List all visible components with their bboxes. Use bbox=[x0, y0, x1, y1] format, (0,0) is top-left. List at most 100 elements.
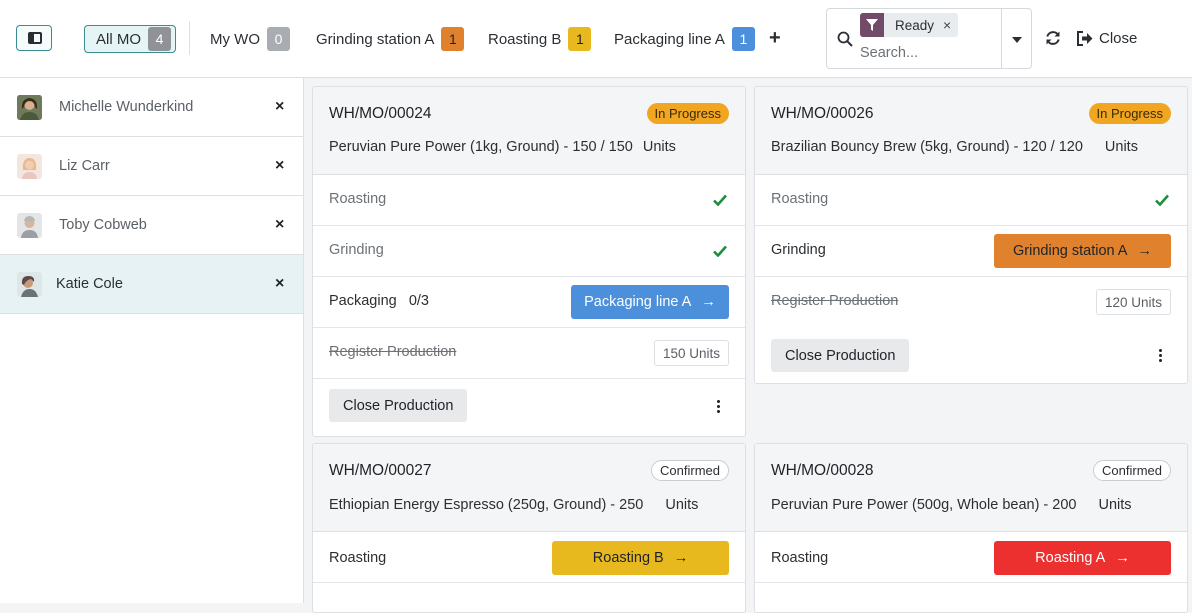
close-production-button[interactable]: Close Production bbox=[329, 389, 468, 422]
workcenter-label: Grinding station A bbox=[1013, 243, 1128, 259]
card-header[interactable]: WH/MO/00026 In Progress Brazilian Bouncy… bbox=[755, 87, 1187, 175]
product-unit: Units bbox=[1098, 497, 1132, 513]
remove-employee-icon[interactable]: × bbox=[275, 275, 284, 293]
product-line: Peruvian Pure Power (500g, Whole bean) -… bbox=[771, 497, 1132, 513]
tab-my-wo[interactable]: My WO 0 bbox=[210, 25, 290, 53]
workorder-row[interactable]: Packaging 0/3 Packaging line A → bbox=[313, 277, 745, 328]
more-options-icon[interactable] bbox=[717, 400, 721, 414]
avatar bbox=[17, 153, 42, 179]
tab-label: Packaging line A bbox=[614, 30, 725, 48]
remove-employee-icon[interactable]: × bbox=[275, 98, 284, 116]
workorder-label: Packaging 0/3 bbox=[329, 293, 429, 309]
workorder-row[interactable]: Grinding Grinding station A → bbox=[755, 226, 1187, 277]
production-card: WH/MO/00028 Confirmed Peruvian Pure Powe… bbox=[754, 443, 1188, 613]
workorder-row[interactable]: Roasting Roasting B → bbox=[313, 532, 745, 583]
check-icon bbox=[713, 245, 727, 257]
workorder-label: Roasting bbox=[771, 191, 829, 207]
sidebar-toggle-button[interactable] bbox=[16, 25, 52, 51]
filter-facet[interactable]: Ready × bbox=[860, 13, 959, 37]
employee-item[interactable]: Liz Carr × bbox=[0, 137, 303, 196]
mo-reference: WH/MO/00028 bbox=[771, 462, 874, 479]
workorder-name: Packaging bbox=[329, 293, 397, 309]
avatar bbox=[17, 271, 42, 297]
workcenter-button[interactable]: Grinding station A → bbox=[994, 234, 1171, 268]
employee-item[interactable]: Toby Cobweb × bbox=[0, 196, 303, 255]
status-badge: In Progress bbox=[646, 103, 729, 124]
employee-panel: Michelle Wunderkind × Liz Carr × Toby Co… bbox=[0, 78, 304, 603]
mo-reference: WH/MO/00026 bbox=[771, 105, 874, 122]
mo-reference: WH/MO/00027 bbox=[329, 462, 432, 479]
production-card: WH/MO/00024 In Progress Peruvian Pure Po… bbox=[312, 86, 746, 437]
facet-label: Ready bbox=[895, 17, 935, 33]
refresh-icon[interactable] bbox=[1044, 29, 1062, 47]
workcenter-button[interactable]: Roasting A → bbox=[994, 541, 1171, 575]
register-production-row[interactable]: Register Production 120 Units bbox=[755, 277, 1187, 328]
workcenter-label: Roasting A bbox=[1035, 550, 1106, 566]
workorder-label: Grinding bbox=[329, 242, 384, 258]
workorder-label: Grinding bbox=[771, 242, 826, 258]
status-badge: Confirmed bbox=[651, 460, 729, 481]
workorder-row[interactable]: Roasting Roasting A → bbox=[755, 532, 1187, 583]
search-icon[interactable] bbox=[837, 31, 853, 47]
employee-item[interactable]: Katie Cole × bbox=[0, 255, 303, 314]
tab-divider bbox=[189, 21, 190, 55]
tab-label: All MO bbox=[96, 30, 141, 48]
filter-icon bbox=[860, 13, 884, 37]
product-name: Brazilian Bouncy Brew (5kg, Ground) - 12… bbox=[771, 139, 1083, 155]
register-production-label: Register Production bbox=[771, 293, 899, 309]
search-input[interactable] bbox=[860, 43, 990, 63]
plus-icon[interactable]: + bbox=[769, 27, 781, 49]
employee-name: Liz Carr bbox=[59, 158, 110, 174]
product-line: Ethiopian Energy Espresso (250g, Ground)… bbox=[329, 497, 698, 513]
workcenter-button[interactable]: Packaging line A → bbox=[571, 285, 729, 319]
avatar bbox=[17, 94, 42, 120]
close-production-button[interactable]: Close Production bbox=[771, 339, 910, 372]
tab-grinding-station-a[interactable]: Grinding station A 1 bbox=[316, 25, 465, 53]
tab-roasting-b[interactable]: Roasting B 1 bbox=[488, 25, 592, 53]
product-line: Brazilian Bouncy Brew (5kg, Ground) - 12… bbox=[771, 139, 1138, 155]
tab-packaging-line-a[interactable]: Packaging line A 1 bbox=[614, 25, 755, 53]
arrow-right-icon: → bbox=[701, 294, 716, 310]
workorder-label: Roasting bbox=[771, 550, 829, 566]
search-panel: Ready × bbox=[826, 8, 1032, 69]
product-unit: Units bbox=[1104, 139, 1138, 155]
workorder-label: Roasting bbox=[329, 550, 387, 566]
remove-facet-icon[interactable]: × bbox=[943, 17, 958, 33]
quantity-box: 150 Units bbox=[653, 340, 729, 366]
product-line: Peruvian Pure Power (1kg, Ground) - 150 … bbox=[329, 139, 676, 155]
employee-item[interactable]: Michelle Wunderkind × bbox=[0, 78, 303, 137]
workorder-qty: 0/3 bbox=[408, 293, 429, 309]
tab-label: Grinding station A bbox=[316, 30, 435, 48]
tab-label: Roasting B bbox=[488, 30, 562, 48]
quantity-box: 120 Units bbox=[1095, 289, 1171, 315]
employee-name: Katie Cole bbox=[56, 276, 123, 292]
arrow-right-icon: → bbox=[1137, 243, 1152, 259]
mo-reference: WH/MO/00024 bbox=[329, 105, 432, 122]
card-header[interactable]: WH/MO/00027 Confirmed Ethiopian Energy E… bbox=[313, 444, 745, 532]
card-header[interactable]: WH/MO/00024 In Progress Peruvian Pure Po… bbox=[313, 87, 745, 175]
tab-count-badge: 0 bbox=[267, 27, 290, 51]
product-unit: Units bbox=[642, 139, 676, 155]
workcenter-button[interactable]: Roasting B → bbox=[552, 541, 729, 575]
check-icon bbox=[1155, 194, 1169, 206]
sign-out-icon bbox=[1077, 30, 1093, 46]
workcenter-label: Roasting B bbox=[592, 550, 664, 566]
workorder-row[interactable]: Roasting bbox=[313, 175, 745, 226]
close-button[interactable]: Close bbox=[1076, 28, 1137, 48]
search-options-toggle[interactable] bbox=[1001, 9, 1032, 68]
more-options-icon[interactable] bbox=[1159, 349, 1163, 363]
tab-count-badge: 1 bbox=[441, 27, 465, 51]
tab-label: My WO bbox=[210, 30, 260, 48]
remove-employee-icon[interactable]: × bbox=[275, 216, 284, 234]
product-name: Peruvian Pure Power (1kg, Ground) - 150 … bbox=[329, 139, 633, 155]
remove-employee-icon[interactable]: × bbox=[275, 157, 284, 175]
workorder-row[interactable]: Grinding bbox=[313, 226, 745, 277]
product-name: Ethiopian Energy Espresso (250g, Ground)… bbox=[329, 497, 644, 513]
register-production-row[interactable]: Register Production 150 Units bbox=[313, 328, 745, 379]
tab-count-badge: 4 bbox=[148, 27, 171, 51]
card-header[interactable]: WH/MO/00028 Confirmed Peruvian Pure Powe… bbox=[755, 444, 1187, 532]
tab-all-mo[interactable]: All MO 4 bbox=[84, 25, 176, 53]
workorder-row[interactable]: Roasting bbox=[755, 175, 1187, 226]
workorder-label: Roasting bbox=[329, 191, 387, 207]
arrow-right-icon: → bbox=[673, 550, 689, 566]
